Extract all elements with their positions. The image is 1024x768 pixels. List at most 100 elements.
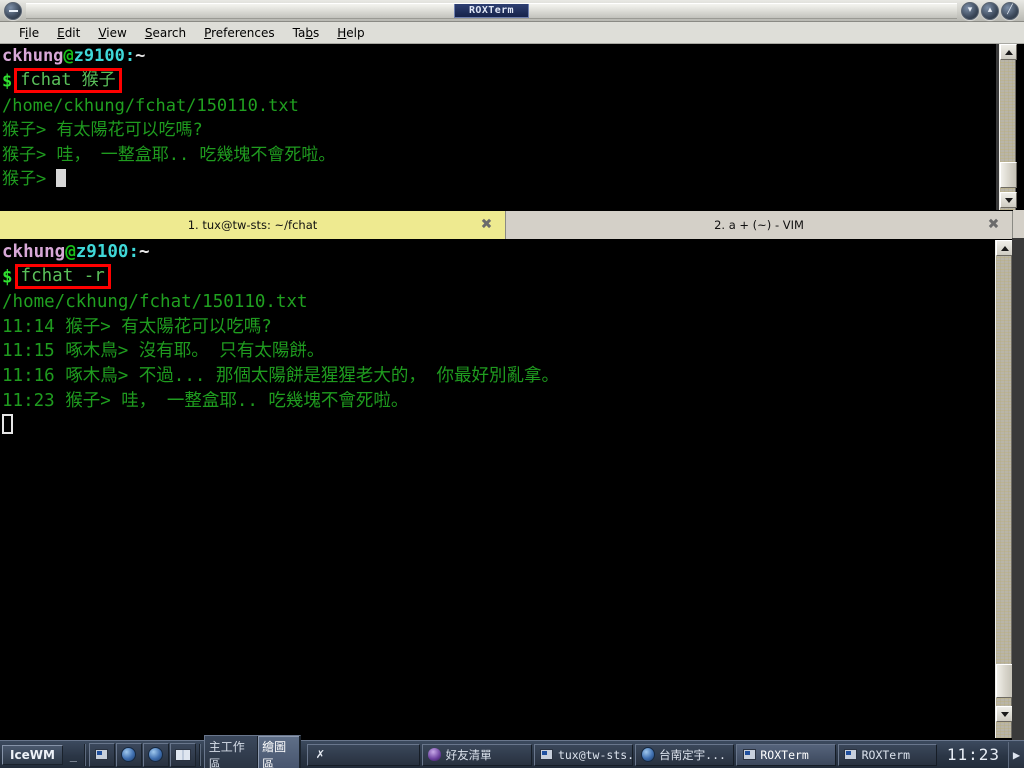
terminal-output-line: 猴子> 有太陽花可以吃嗎? (2, 120, 203, 141)
terminal-command-line: $ fchat 猴子 (0, 67, 996, 94)
monitor-icon (95, 749, 109, 760)
terminal-output-line: /home/ckhung/fchat/150110.txt (2, 95, 299, 116)
monitor-icon (742, 748, 756, 762)
triangle-up-icon (1000, 245, 1009, 251)
prompt-host: z9100 (73, 46, 125, 66)
terminal-output-line: 猴子> (0, 167, 996, 192)
desktop-right-strip (1012, 238, 1024, 740)
monitor-icon (844, 748, 858, 762)
maximize-button[interactable]: ▴ (981, 1, 999, 20)
task-button-roxterm-2[interactable]: ROXTerm (837, 743, 937, 766)
window-title: ROXTerm (454, 3, 529, 18)
triangle-up-icon (1004, 49, 1013, 55)
tab-close-icon[interactable]: ✖ (987, 218, 1000, 232)
triangle-down-icon (1000, 711, 1009, 717)
pane-gap-top (996, 44, 999, 210)
minimize-button[interactable]: ▾ (961, 1, 979, 20)
prompt-at: @ (63, 46, 74, 66)
tab-close-icon[interactable]: ✖ (480, 218, 493, 232)
terminal-cursor-line (0, 413, 992, 438)
start-button[interactable]: IceWM (2, 744, 63, 765)
tab-label: 1. tux@tw-sts: ~/fchat (187, 218, 318, 232)
quick-launch-bar (88, 742, 196, 767)
menu-preferences[interactable]: Preferences (195, 24, 284, 42)
menu-tabs[interactable]: Tabs (284, 24, 329, 42)
menu-file[interactable]: File (10, 24, 48, 42)
prompt-cwd: ~ (135, 46, 146, 66)
task-button-label: ROXTerm (760, 747, 809, 762)
scroll-up-button[interactable] (1000, 44, 1017, 60)
tab-vim[interactable]: 2. a + (~) - VIM ✖ (506, 211, 1013, 239)
tabbar-edge-filler (1013, 210, 1024, 238)
triangle-down-icon (1004, 197, 1013, 203)
globe-icon (641, 747, 656, 762)
taskbar-separator (83, 743, 86, 766)
terminal-output-line: 11:14 猴子> 有太陽花可以吃嗎? (2, 316, 272, 337)
tray-expand-icon[interactable]: ▶ (1008, 741, 1024, 768)
menu-view[interactable]: View (89, 24, 135, 42)
scrollbar-bottom[interactable] (995, 240, 1013, 738)
terminal-pane-top[interactable]: ckhung@z9100:~ $ fchat 猴子 /home/ckhung/fc… (0, 44, 996, 210)
terminal-output-line: /home/ckhung/fchat/150110.txt (2, 291, 308, 312)
scroll-thumb[interactable] (1000, 162, 1017, 188)
taskbar: IceWM _ 主工作區 繪圖區 ✗ 好友清單 tux@tw-sts. 台南定宇… (0, 734, 1024, 768)
terminal-prompt-line: ckhung@z9100:~ (0, 240, 992, 265)
scroll-up-button[interactable] (996, 240, 1013, 256)
scroll-down-button[interactable] (1000, 192, 1017, 208)
highlighted-command: fchat -r (14, 263, 111, 289)
text-cursor (56, 169, 67, 188)
prompt-at: @ (65, 242, 76, 262)
terminal-prompt-line: ckhung@z9100:~ (0, 44, 996, 69)
show-desktop-button[interactable]: _ (66, 748, 81, 762)
monitor-icon (540, 748, 554, 762)
prompt-user: ckhung (2, 46, 64, 66)
terminal-output-line: 猴子> 哇， 一整盒耶.. 吃幾塊不會死啦。 (2, 144, 336, 165)
task-button-x[interactable]: ✗ (307, 743, 420, 766)
highlighted-command: fchat 猴子 (14, 67, 122, 93)
prompt-host: z9100 (75, 242, 129, 262)
prompt-cwd: ~ (139, 242, 150, 262)
taskbar-clock[interactable]: 11:23 (939, 745, 1008, 764)
menu-help[interactable]: Help (328, 24, 373, 42)
prompt-colon: : (124, 46, 136, 66)
close-icon: ╱ (1007, 5, 1013, 15)
scroll-thumb[interactable] (996, 664, 1013, 698)
prompt-dollar: $ (2, 267, 13, 288)
terminal-command-line: $ fchat -r (0, 263, 992, 290)
menu-bar-glyph (8, 9, 18, 12)
chevron-down-icon: ▾ (967, 5, 973, 15)
task-button-tainan[interactable]: 台南定宇... (635, 743, 735, 766)
task-button-friends[interactable]: 好友清單 (421, 743, 532, 766)
terminal-output-text: 猴子> (2, 169, 57, 190)
workspace-button-main[interactable]: 主工作區 (204, 735, 259, 768)
window-titlebar[interactable]: ROXTerm ▾ ▴ ╱ (0, 0, 1024, 22)
tab-label: 2. a + (~) - VIM (714, 218, 804, 232)
terminal-launcher-button[interactable] (88, 742, 115, 767)
prompt-dollar: $ (2, 71, 13, 92)
prompt-colon: : (128, 242, 139, 262)
prompt-user: ckhung (2, 242, 66, 262)
window-controls: ▾ ▴ ╱ (961, 1, 1019, 20)
task-button-label: 好友清單 (445, 747, 492, 762)
browser-launcher-button[interactable] (115, 742, 142, 767)
web-launcher-button[interactable] (142, 742, 169, 767)
dictionary-launcher-button[interactable] (169, 742, 196, 767)
menu-search[interactable]: Search (136, 24, 195, 42)
globe2-icon (148, 747, 164, 762)
scrollbar-top[interactable] (999, 44, 1017, 210)
penguin-icon (428, 748, 442, 762)
x-icon: ✗ (315, 748, 325, 761)
task-button-tux[interactable]: tux@tw-sts... (533, 743, 634, 766)
task-button-roxterm-1[interactable]: ROXTerm (736, 743, 836, 766)
terminal-output-line: 11:15 啄木鳥> 沒有耶。 只有太陽餅。 (2, 341, 325, 362)
tab-fchat[interactable]: 1. tux@tw-sts: ~/fchat ✖ (0, 211, 506, 239)
menu-edit[interactable]: Edit (48, 24, 89, 42)
scroll-down-button[interactable] (996, 706, 1013, 722)
chevron-up-icon: ▴ (987, 5, 993, 15)
window-menu-icon[interactable] (4, 1, 22, 20)
task-button-label: 台南定宇... (659, 747, 726, 762)
terminal-pane-bottom[interactable]: ckhung@z9100:~ $ fchat -r /home/ckhung/fc… (0, 240, 992, 738)
close-button[interactable]: ╱ (1001, 1, 1019, 20)
taskbar-separator (198, 743, 201, 766)
workspace-button-draw[interactable]: 繪圖區 (258, 735, 301, 768)
